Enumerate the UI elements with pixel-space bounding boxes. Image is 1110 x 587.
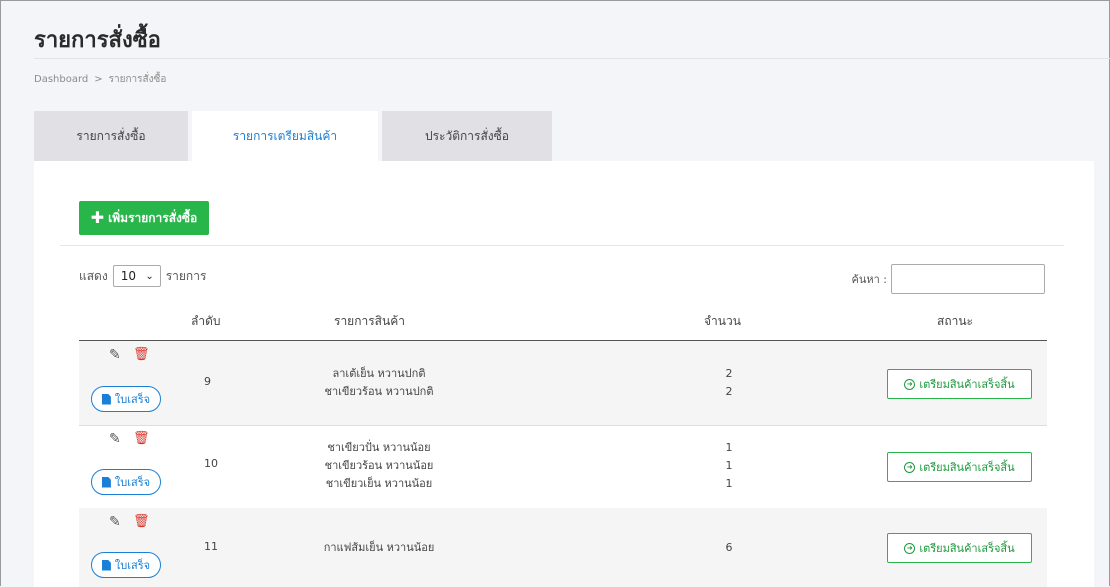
receipt-button[interactable]: ใบเสร็จ: [91, 469, 161, 495]
row-items: ลาเต้เย็น หวานปกติ ชาเขียวร้อน หวานปกติ: [279, 365, 479, 401]
trash-icon[interactable]: 🗑: [133, 348, 150, 362]
card-divider: [60, 245, 1064, 246]
qty-line: 1: [725, 441, 733, 454]
prepare-done-label: เตรียมสินค้าเสร็จสิ้น: [919, 542, 1015, 555]
prepare-done-label: เตรียมสินค้าเสร็จสิ้น: [919, 461, 1015, 474]
tab-orders[interactable]: รายการสั่งซื้อ: [34, 111, 188, 161]
qty-line: 1: [725, 459, 733, 472]
document-icon: [101, 559, 111, 571]
edit-icon[interactable]: ✎: [109, 432, 123, 446]
row-qty: 1 1 1: [699, 439, 759, 493]
item-line: ชาเขียวปั่น หวานน้อย: [327, 441, 431, 454]
header-no[interactable]: ลำดับ: [191, 312, 221, 331]
header-items[interactable]: รายการสินค้า: [334, 312, 405, 331]
edit-icon[interactable]: ✎: [109, 515, 123, 529]
content-card: ✚ เพิ่มรายการสั่งซื้อ แสดง 10 ⌄ รายการ ค…: [34, 161, 1094, 587]
table-row: ✎ 🗑 ใบเสร็จ 10 ชาเขียวปั่น หวานน้อย ชาเข…: [79, 425, 1047, 509]
row-qty: 6: [699, 539, 759, 557]
prepare-done-button[interactable]: ➜ เตรียมสินค้าเสร็จสิ้น: [887, 533, 1032, 563]
breadcrumb-current: รายการสั่งซื้อ: [108, 74, 167, 85]
row-items: กาแฟส้มเย็น หวานน้อย: [279, 539, 479, 557]
page-length-value: 10: [120, 269, 136, 283]
row-actions: ✎ 🗑: [109, 432, 150, 447]
arrow-circle-right-icon: ➜: [904, 378, 916, 390]
chevron-down-icon: ⌄: [145, 270, 154, 282]
row-number: 11: [204, 540, 218, 553]
header-qty[interactable]: จำนวน: [704, 312, 741, 331]
prepare-done-label: เตรียมสินค้าเสร็จสิ้น: [919, 378, 1015, 391]
add-order-button[interactable]: ✚ เพิ่มรายการสั่งซื้อ: [79, 201, 209, 235]
table-row: ✎ 🗑 ใบเสร็จ 11 กาแฟส้มเย็น หวานน้อย 6 ➜ …: [79, 508, 1047, 587]
add-order-label: เพิ่มรายการสั่งซื้อ: [108, 210, 198, 225]
document-icon: [101, 393, 111, 405]
length-suffix: รายการ: [165, 268, 207, 283]
row-actions: ✎ 🗑: [109, 348, 150, 363]
qty-line: 2: [725, 385, 733, 398]
page-length-control: แสดง 10 ⌄ รายการ: [79, 265, 206, 287]
trash-icon[interactable]: 🗑: [133, 515, 150, 529]
item-line: ชาเขียวร้อน หวานน้อย: [324, 459, 434, 472]
row-actions: ✎ 🗑: [109, 515, 150, 530]
breadcrumb-home[interactable]: Dashboard: [34, 74, 88, 85]
receipt-label: ใบเสร็จ: [114, 476, 151, 489]
page-length-select[interactable]: 10 ⌄: [112, 265, 161, 287]
item-line: ชาเขียวเย็น หวานน้อย: [325, 477, 433, 490]
breadcrumb: Dashboard > รายการสั่งซื้อ: [34, 72, 166, 87]
edit-icon[interactable]: ✎: [109, 348, 123, 362]
receipt-button[interactable]: ใบเสร็จ: [91, 386, 161, 412]
tab-history[interactable]: ประวัติการสั่งซื้อ: [382, 111, 552, 161]
arrow-circle-right-icon: ➜: [904, 542, 916, 554]
search-control: ค้นหา :: [851, 264, 1045, 294]
receipt-label: ใบเสร็จ: [114, 559, 151, 572]
qty-line: 2: [725, 367, 733, 380]
receipt-label: ใบเสร็จ: [114, 393, 151, 406]
item-line: ลาเต้เย็น หวานปกติ: [332, 367, 426, 380]
item-line: กาแฟส้มเย็น หวานน้อย: [323, 541, 435, 554]
prepare-done-button[interactable]: ➜ เตรียมสินค้าเสร็จสิ้น: [887, 452, 1032, 482]
item-line: ชาเขียวร้อน หวานปกติ: [324, 385, 434, 398]
table-header: ลำดับ รายการสินค้า จำนวน สถานะ: [79, 308, 1047, 342]
qty-line: 1: [725, 477, 733, 490]
row-number: 9: [204, 375, 211, 388]
row-qty: 2 2: [699, 365, 759, 401]
qty-line: 6: [725, 541, 733, 554]
title-divider: [34, 58, 1110, 59]
arrow-circle-right-icon: ➜: [904, 461, 916, 473]
search-input[interactable]: [891, 264, 1045, 294]
length-prefix: แสดง: [79, 268, 108, 283]
row-number: 10: [204, 457, 218, 470]
page-title: รายการสั่งซื้อ: [34, 28, 161, 53]
prepare-done-button[interactable]: ➜ เตรียมสินค้าเสร็จสิ้น: [887, 369, 1032, 399]
row-items: ชาเขียวปั่น หวานน้อย ชาเขียวร้อน หวานน้อ…: [279, 439, 479, 493]
table-row: ✎ 🗑 ใบเสร็จ 9 ลาเต้เย็น หวานปกติ ชาเขียว…: [79, 341, 1047, 426]
plus-icon: ✚: [90, 208, 105, 227]
breadcrumb-separator: >: [94, 74, 103, 85]
trash-icon[interactable]: 🗑: [133, 432, 150, 446]
header-status[interactable]: สถานะ: [937, 312, 973, 331]
tab-preparing[interactable]: รายการเตรียมสินค้า: [192, 111, 378, 161]
receipt-button[interactable]: ใบเสร็จ: [91, 552, 161, 578]
search-label: ค้นหา :: [851, 273, 887, 286]
document-icon: [101, 476, 111, 488]
tab-bar: รายการสั่งซื้อ รายการเตรียมสินค้า ประวัต…: [34, 111, 552, 161]
